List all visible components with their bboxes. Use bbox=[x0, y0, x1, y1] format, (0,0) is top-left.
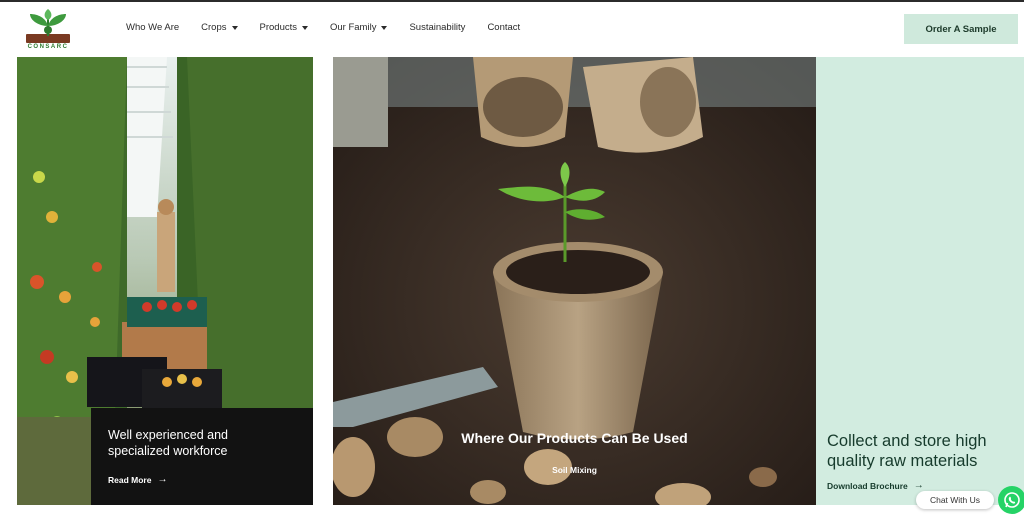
brand-name: CONSARC bbox=[27, 44, 69, 50]
nav-label: Products bbox=[259, 22, 298, 33]
nav-label: Sustainability bbox=[409, 22, 466, 33]
chevron-down-icon bbox=[381, 25, 388, 30]
nav-item-sustainability[interactable]: Sustainability bbox=[409, 22, 465, 33]
nav-item-crops[interactable]: Crops bbox=[201, 22, 238, 33]
main-nav: Who We Are Crops Products Our Family Sus… bbox=[126, 22, 542, 33]
products-use-title: Where Our Products Can Be Used bbox=[461, 430, 688, 446]
whatsapp-icon bbox=[1004, 492, 1020, 508]
workforce-panel: Well experienced and specialized workfor… bbox=[17, 57, 313, 505]
order-sample-button[interactable]: Order A Sample bbox=[904, 14, 1018, 44]
nav-label: Contact bbox=[487, 22, 521, 33]
nav-item-our-family[interactable]: Our Family bbox=[330, 22, 388, 33]
chat-with-us-label[interactable]: Chat With Us bbox=[916, 491, 994, 509]
products-use-panel: Where Our Products Can Be Used Soil Mixi… bbox=[333, 57, 816, 505]
nav-item-who-we-are[interactable]: Who We Are bbox=[126, 22, 179, 33]
whatsapp-chat-button[interactable] bbox=[998, 486, 1024, 514]
site-header: CONSARC Who We Are Crops Products Our Fa… bbox=[0, 2, 1024, 54]
chevron-down-icon bbox=[302, 25, 308, 30]
nav-item-products[interactable]: Products bbox=[259, 22, 308, 33]
chevron-down-icon bbox=[231, 25, 238, 30]
read-more-label: Read More bbox=[108, 474, 152, 485]
raw-materials-title: Collect and store high quality raw mater… bbox=[827, 432, 987, 470]
read-more-link[interactable]: Read More → bbox=[108, 474, 167, 485]
download-brochure-link[interactable]: Download Brochure → bbox=[827, 480, 924, 491]
leaf-logo-icon bbox=[26, 9, 70, 43]
raw-materials-panel: Collect and store high quality raw mater… bbox=[816, 57, 1024, 505]
download-brochure-label: Download Brochure bbox=[827, 480, 908, 491]
workforce-card: Well experienced and specialized workfor… bbox=[91, 408, 313, 505]
nav-label: Who We Are bbox=[126, 22, 180, 33]
arrow-right-icon: → bbox=[913, 480, 924, 491]
nav-label: Crops bbox=[201, 22, 227, 33]
brand-logo[interactable]: CONSARC bbox=[22, 8, 74, 52]
nav-item-contact[interactable]: Contact bbox=[487, 22, 520, 33]
nav-label: Our Family bbox=[330, 22, 377, 33]
workforce-title: Well experienced and specialized workfor… bbox=[108, 428, 228, 458]
soil-mixing-label[interactable]: Soil Mixing bbox=[333, 465, 816, 475]
arrow-right-icon: → bbox=[157, 474, 168, 485]
